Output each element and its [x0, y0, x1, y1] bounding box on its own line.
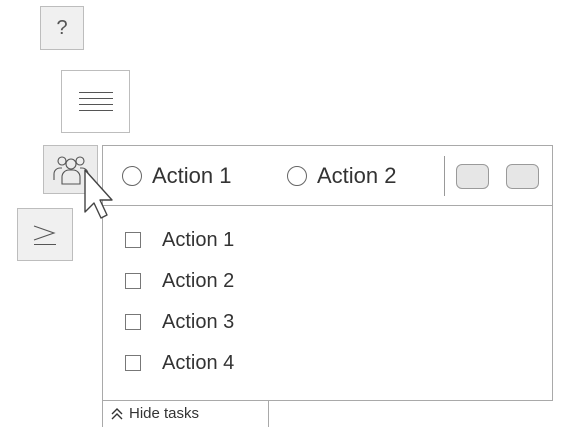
terminal-button[interactable]	[17, 208, 73, 261]
task-panel: Action 1 Action 2 Action 1 Action 2 Acti…	[102, 145, 553, 401]
radio-action-1[interactable]: Action 1	[122, 146, 232, 206]
task-item-3[interactable]: Action 3	[125, 307, 234, 337]
task-label: Action 3	[162, 310, 235, 333]
radio-label: Action 2	[317, 163, 397, 188]
radio-circle-icon	[122, 166, 142, 186]
help-button[interactable]: ?	[40, 6, 84, 50]
hide-tasks-button[interactable]: Hide tasks	[102, 400, 269, 427]
radio-action-2[interactable]: Action 2	[287, 146, 397, 206]
mouse-cursor-icon	[84, 169, 113, 219]
toolbar-button-1[interactable]	[456, 164, 489, 189]
radio-circle-icon	[287, 166, 307, 186]
terminal-prompt-icon	[33, 224, 56, 245]
menu-button[interactable]	[61, 70, 130, 133]
toolbar-divider	[444, 156, 445, 196]
task-item-1[interactable]: Action 1	[125, 225, 234, 255]
toolbar-button-2[interactable]	[506, 164, 539, 189]
double-chevron-up-icon	[111, 407, 123, 419]
hide-tasks-label: Hide tasks	[129, 405, 200, 422]
checkbox[interactable]	[125, 232, 141, 248]
task-label: Action 4	[162, 351, 235, 374]
task-item-2[interactable]: Action 2	[125, 266, 234, 296]
checkbox[interactable]	[125, 273, 141, 289]
checkbox[interactable]	[125, 355, 141, 371]
radio-label: Action 1	[152, 163, 232, 188]
task-item-4[interactable]: Action 4	[125, 348, 234, 378]
checkbox[interactable]	[125, 314, 141, 330]
task-label: Action 2	[162, 269, 235, 292]
question-icon: ?	[56, 16, 68, 39]
hamburger-menu-icon	[78, 91, 113, 111]
panel-toolbar: Action 1 Action 2	[103, 146, 552, 206]
task-label: Action 1	[162, 228, 235, 251]
